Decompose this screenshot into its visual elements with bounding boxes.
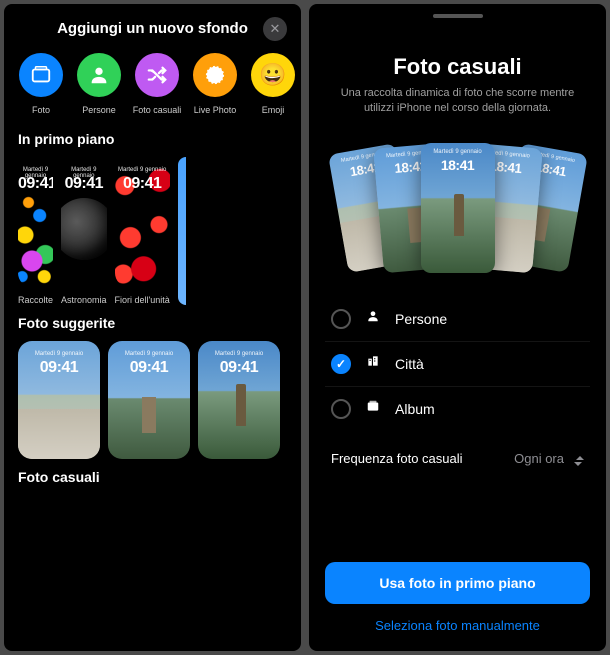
preview-date: Martedì 9 gennaio	[198, 351, 280, 357]
preview-date: Martedì 9 gennaio	[421, 149, 495, 155]
sheet-title: Aggiungi un nuovo sfondo	[57, 20, 248, 37]
card-label: Fiori dell'unità	[115, 295, 170, 305]
wallpaper-suggested[interactable]: Martedì 9 gennaio 09:41	[108, 341, 190, 459]
preview-time: 09:41	[198, 359, 280, 377]
frequency-value[interactable]: Ogni ora	[502, 451, 584, 466]
home-indicator[interactable]	[433, 14, 483, 18]
preview-time: 09:41	[115, 175, 170, 193]
suggested-title: Foto suggerite	[18, 315, 287, 331]
preview-time: 18:41	[421, 157, 495, 173]
photos-icon	[19, 53, 63, 97]
option-people[interactable]: Persone	[325, 297, 590, 342]
preview-time: 09:41	[18, 359, 100, 377]
wallpaper-suggested[interactable]: Martedì 9 gennaio 09:41	[198, 341, 280, 459]
featured-row[interactable]: Martedì 9 gennaio 09:41 Raccolte Martedì…	[18, 157, 287, 305]
screen-title: Foto casuali	[309, 46, 606, 86]
category-label: Live Photo	[194, 105, 237, 115]
radio-unchecked-icon	[331, 399, 351, 419]
option-album[interactable]: Album	[325, 387, 590, 431]
use-featured-button[interactable]: Usa foto in primo piano	[325, 562, 590, 604]
category-livephoto[interactable]: Live Photo	[187, 53, 243, 115]
bottom-actions: Usa foto in primo piano Seleziona foto m…	[325, 562, 590, 633]
random-section: Foto casuali	[4, 459, 301, 495]
phone-photo-shuffle: Foto casuali Una raccolta dinamica di fo…	[309, 4, 606, 651]
option-label: Persone	[395, 311, 447, 327]
featured-title: In primo piano	[18, 131, 287, 147]
category-row[interactable]: Foto Persone Foto casuali Live Photo 😀 E…	[4, 49, 301, 121]
preview-time: 09:41	[61, 175, 107, 193]
wallpaper-card-astronomy[interactable]: Martedì 9 gennaio 09:41 Astronomia	[61, 157, 107, 305]
featured-section: In primo piano Martedì 9 gennaio 09:41 R…	[4, 121, 301, 305]
category-emoji[interactable]: 😀 Emoji	[245, 53, 301, 115]
category-people[interactable]: Persone	[71, 53, 127, 115]
person-icon	[365, 309, 381, 328]
person-icon	[77, 53, 121, 97]
wallpaper-card-partial[interactable]	[178, 157, 186, 305]
wallpaper-card-unity-flowers[interactable]: Martedì 9 gennaio 09:41 Fiori dell'unità	[115, 157, 170, 305]
category-label: Foto casuali	[133, 105, 182, 115]
preview-date: Martedì 9 gennaio	[115, 167, 170, 173]
frequency-label: Frequenza foto casuali	[331, 451, 463, 466]
fan-card: Martedì 9 gennaio 18:41	[421, 143, 495, 273]
category-label: Foto	[32, 105, 50, 115]
phone-add-wallpaper: Aggiungi un nuovo sfondo ✕ Foto Persone …	[4, 4, 301, 651]
select-manually-link[interactable]: Seleziona foto manualmente	[325, 604, 590, 633]
close-button[interactable]: ✕	[263, 17, 287, 41]
frequency-row[interactable]: Frequenza foto casuali Ogni ora	[309, 435, 606, 482]
option-label: Città	[395, 356, 424, 372]
category-label: Emoji	[262, 105, 285, 115]
category-shuffle[interactable]: Foto casuali	[129, 53, 185, 115]
close-icon: ✕	[270, 21, 281, 37]
preview-date: Martedì 9 gennaio	[18, 351, 100, 357]
wallpaper-suggested[interactable]: Martedì 9 gennaio 09:41	[18, 341, 100, 459]
sheet-header: Aggiungi un nuovo sfondo ✕	[4, 4, 301, 49]
suggested-section: Foto suggerite Martedì 9 gennaio 09:41 M…	[4, 305, 301, 459]
city-icon	[365, 354, 381, 373]
preview-date: Martedì 9 gennaio	[108, 351, 190, 357]
random-title: Foto casuali	[18, 469, 287, 485]
emoji-icon: 😀	[251, 53, 295, 97]
livephoto-icon	[193, 53, 237, 97]
card-label: Astronomia	[61, 295, 107, 305]
radio-unchecked-icon	[331, 309, 351, 329]
suggested-row[interactable]: Martedì 9 gennaio 09:41 Martedì 9 gennai…	[18, 341, 287, 459]
card-label: Raccolte	[18, 295, 53, 305]
radio-checked-icon	[331, 354, 351, 374]
preview-time: 09:41	[108, 359, 190, 377]
category-photos[interactable]: Foto	[13, 53, 69, 115]
wallpaper-card-collections[interactable]: Martedì 9 gennaio 09:41 Raccolte	[18, 157, 53, 305]
album-icon	[365, 399, 381, 418]
screen-subtitle: Una raccolta dinamica di foto che scorre…	[309, 86, 606, 117]
preview-time: 09:41	[18, 175, 53, 193]
option-label: Album	[395, 401, 435, 417]
option-city[interactable]: Città	[325, 342, 590, 387]
shuffle-icon	[135, 53, 179, 97]
option-list: Persone Città Album	[309, 293, 606, 435]
preview-fan: Martedì 9 gennaio 18:41 Martedì 9 gennai…	[309, 133, 606, 283]
category-label: Persone	[82, 105, 116, 115]
